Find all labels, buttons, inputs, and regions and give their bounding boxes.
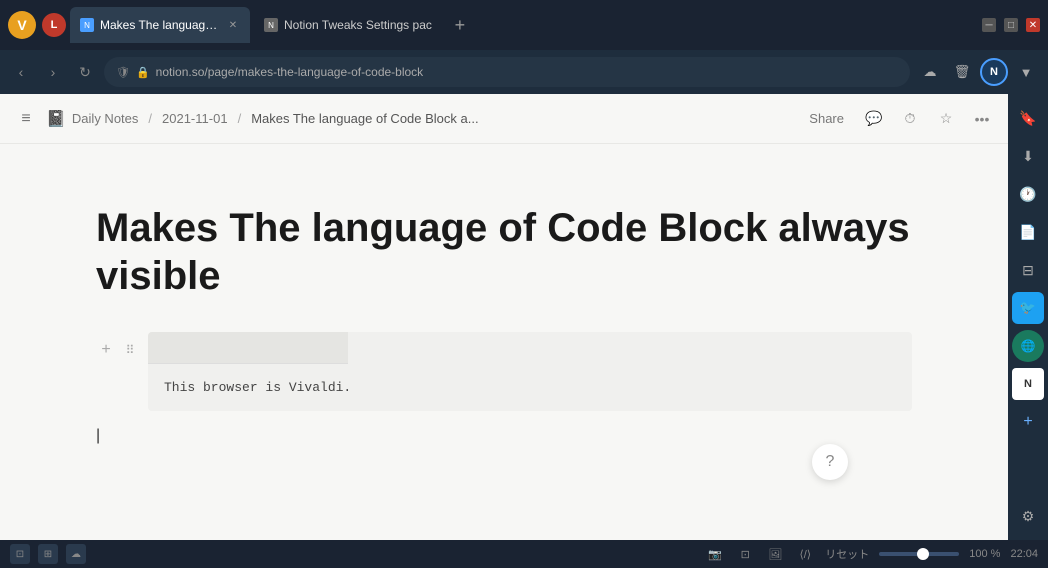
page-icon: 📓	[46, 109, 66, 129]
tab-close-1[interactable]: ✕	[226, 18, 240, 32]
new-tab-button[interactable]: +	[446, 11, 474, 39]
status-icon-1[interactable]: ⊡	[10, 544, 30, 564]
web-sidebar-icon[interactable]: 🌐	[1012, 330, 1044, 362]
tab-label-1: Makes The language of Co...	[100, 18, 220, 32]
address-bar[interactable]: 🛡 🔒 notion.so/page/makes-the-language-of…	[104, 57, 910, 87]
forward-button[interactable]: ›	[40, 59, 66, 85]
share-button[interactable]: Share	[801, 107, 852, 130]
status-bar: ⊡ ⊞ ☁ 📷 ⊡ 🖼 ⟨/⟩ リセット 100 % 22:04	[0, 540, 1048, 568]
shield-icon: 🛡	[116, 66, 130, 79]
more-button[interactable]: •••	[968, 105, 996, 133]
zoom-slider[interactable]	[879, 552, 959, 556]
title-bar: V L N Makes The language of Co... ✕ N No…	[0, 0, 1048, 50]
block-controls: + ⠿	[96, 332, 140, 360]
close-button[interactable]: ✕	[1026, 18, 1040, 32]
status-right: 📷 ⊡ 🖼 ⟨/⟩ リセット 100 % 22:04	[705, 544, 1038, 564]
reload-button[interactable]: ↻	[72, 59, 98, 85]
tab-label-2: Notion Tweaks Settings pac	[284, 18, 432, 32]
extensions-btn[interactable]: ▼	[1012, 58, 1040, 86]
history-sidebar-icon[interactable]: 🕐	[1012, 178, 1044, 210]
history-button[interactable]: ⏱	[896, 105, 924, 133]
tab-notion-tweaks-favicon: N	[264, 18, 278, 32]
breadcrumb-root[interactable]: Daily Notes	[72, 111, 138, 126]
notion-topbar: ≡ 📓 Daily Notes / 2021-11-01 / Makes The…	[0, 94, 1008, 144]
tab-notion-page[interactable]: N Makes The language of Co... ✕	[70, 7, 250, 43]
profile-nav-icon[interactable]: N	[980, 58, 1008, 86]
notion-page: ≡ 📓 Daily Notes / 2021-11-01 / Makes The…	[0, 94, 1008, 540]
tab-notion-tweaks[interactable]: N Notion Tweaks Settings pac	[254, 7, 442, 43]
trash-btn[interactable]: 🗑	[948, 58, 976, 86]
image-status-icon[interactable]: 🖼	[765, 544, 785, 564]
add-panel-sidebar-icon[interactable]: +	[1012, 406, 1044, 438]
add-block-button[interactable]: +	[96, 340, 116, 360]
code-block-language[interactable]	[148, 332, 348, 364]
page-title: Makes The language of Code Block always …	[96, 204, 912, 300]
breadcrumb-separator-2: /	[238, 111, 242, 126]
breadcrumb-date[interactable]: 2021-11-01	[162, 111, 228, 126]
notion-topbar-right: Share 💬 ⏱ ☆ •••	[801, 105, 996, 133]
status-icon-2[interactable]: ⊞	[38, 544, 58, 564]
reset-label[interactable]: リセット	[825, 546, 869, 562]
profile-icon[interactable]: L	[42, 13, 66, 37]
back-button[interactable]: ‹	[8, 59, 34, 85]
right-sidebar: 🔖 ⬇ 🕐 📄 ⊟ 🐦 🌐 N + ⚙	[1008, 94, 1048, 540]
address-text: notion.so/page/makes-the-language-of-cod…	[156, 65, 424, 79]
window-status-icon[interactable]: ⊡	[735, 544, 755, 564]
content-area: ≡ 📓 Daily Notes / 2021-11-01 / Makes The…	[0, 94, 1048, 540]
help-button[interactable]: ?	[812, 444, 848, 480]
code-block-wrapper: + ⠿ This browser is Vivaldi.	[96, 332, 912, 411]
tab-notion-favicon: N	[80, 18, 94, 32]
code-block: This browser is Vivaldi.	[148, 332, 912, 411]
reader-sidebar-icon[interactable]: 📄	[1012, 216, 1044, 248]
bookmark-sidebar-icon[interactable]: 🔖	[1012, 102, 1044, 134]
drag-handle[interactable]: ⠿	[120, 340, 140, 360]
comment-button[interactable]: 💬	[860, 105, 888, 133]
code-block-content: This browser is Vivaldi.	[148, 364, 912, 411]
maximize-button[interactable]: □	[1004, 18, 1018, 32]
nav-icons-right: ☁ 🗑 N ▼	[916, 58, 1040, 86]
window-controls: ─ □ ✕	[982, 18, 1040, 32]
breadcrumb-separator-1: /	[148, 111, 152, 126]
minimize-button[interactable]: ─	[982, 18, 996, 32]
twitter-sidebar-icon[interactable]: 🐦	[1012, 292, 1044, 324]
breadcrumb-current: Makes The language of Code Block a...	[251, 111, 478, 126]
status-left: ⊡ ⊞ ☁	[10, 544, 86, 564]
favorite-button[interactable]: ☆	[932, 105, 960, 133]
title-bar-left: V L	[8, 11, 66, 39]
nav-bar: ‹ › ↻ 🛡 🔒 notion.so/page/makes-the-langu…	[0, 50, 1048, 94]
camera-status-icon[interactable]: 📷	[705, 544, 725, 564]
zoom-control[interactable]	[879, 552, 959, 556]
status-icon-cloud[interactable]: ☁	[66, 544, 86, 564]
menu-icon-btn[interactable]: ≡	[12, 105, 40, 133]
zoom-thumb	[917, 548, 929, 560]
notion-sidebar-icon[interactable]: N	[1012, 368, 1044, 400]
time-display: 22:04	[1010, 548, 1038, 560]
vivaldi-app-icon: V	[8, 11, 36, 39]
settings-sidebar-icon[interactable]: ⚙	[1012, 500, 1044, 532]
zoom-percent: 100 %	[969, 548, 1000, 560]
download-sidebar-icon[interactable]: ⬇	[1012, 140, 1044, 172]
code-status-icon[interactable]: ⟨/⟩	[795, 544, 815, 564]
notion-body: Makes The language of Code Block always …	[0, 144, 1008, 540]
text-cursor: |	[96, 427, 912, 445]
hamburger-icon: ≡	[21, 110, 30, 128]
panels-sidebar-icon[interactable]: ⊟	[1012, 254, 1044, 286]
cloud-btn[interactable]: ☁	[916, 58, 944, 86]
lock-icon: 🔒	[136, 66, 150, 79]
